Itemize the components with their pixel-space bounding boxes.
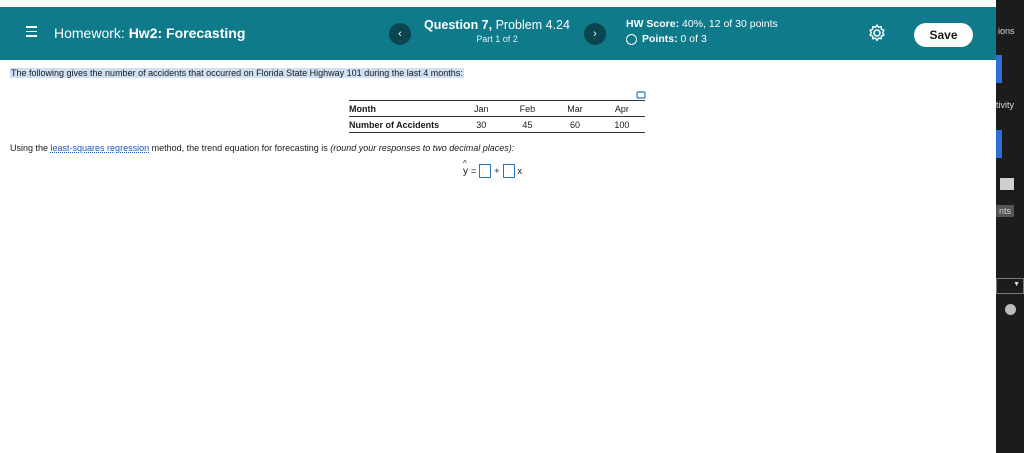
accidents-table: Month Jan Feb Mar Apr Number of Accident… (349, 100, 645, 133)
least-squares-link[interactable]: least-squares regression (51, 143, 150, 153)
points-value: 0 of 3 (680, 33, 707, 45)
accidents-cell: 30 (459, 116, 504, 133)
instruction-rounding-note: (round your responses to two decimal pla… (330, 143, 515, 153)
problem-intro: The following gives the number of accide… (10, 68, 464, 78)
menu-icon[interactable] (26, 23, 40, 43)
side-label-nts[interactable]: nts (996, 205, 1015, 217)
instruction-text-start: Using the (10, 143, 51, 153)
x-variable: x (517, 166, 523, 176)
side-accent-bar (996, 55, 1002, 83)
copy-table-icon[interactable] (636, 91, 646, 99)
slope-input[interactable] (502, 164, 515, 178)
homework-prefix: Homework: (54, 25, 125, 41)
trend-equation: y = + x (463, 159, 523, 178)
previous-question-button[interactable]: ‹ (389, 23, 411, 45)
side-label-activity: tivity (996, 100, 1014, 110)
side-dropdown[interactable]: ▼ (996, 278, 1024, 294)
plus-sign: + (494, 166, 500, 176)
intercept-input[interactable] (479, 164, 492, 178)
table-row-accidents: Number of Accidents 30 45 60 100 (349, 116, 645, 133)
accidents-cell: 45 (503, 116, 552, 133)
settings-gear-icon[interactable] (867, 23, 887, 43)
question-part: Part 1 of 2 (476, 34, 518, 44)
month-cell: Jan (459, 100, 504, 117)
problem-number: Problem 4.24 (495, 18, 570, 32)
y-hat-symbol: y (463, 159, 468, 177)
table-row-month: Month Jan Feb Mar Apr (349, 100, 645, 117)
instruction-text-mid: method, the trend equation for forecasti… (149, 143, 331, 153)
equals-sign: = (471, 166, 477, 176)
row-label-month: Month (349, 100, 459, 117)
side-panel: ions tivity nts ▼ (996, 0, 1024, 453)
chevron-left-icon: ‹ (398, 28, 402, 40)
next-question-button[interactable]: › (584, 23, 606, 45)
question-info: Question 7, Problem 4.24 Part 1 of 2 (420, 18, 574, 44)
points-label: Points: (642, 33, 678, 45)
side-label-options: ions (998, 26, 1015, 36)
homework-title: Homework: Hw2: Forecasting (54, 25, 245, 41)
month-cell: Apr (598, 100, 645, 117)
points-ring-icon (626, 33, 637, 45)
side-window-icon[interactable] (1000, 178, 1014, 190)
question-number: Question 7, (424, 18, 493, 32)
accidents-cell: 100 (598, 116, 645, 133)
side-accent-bar-2 (996, 130, 1002, 158)
score-info: HW Score: 40%, 12 of 30 points Points: 0… (626, 18, 778, 45)
homework-name: Hw2: Forecasting (128, 25, 246, 41)
chevron-right-icon: › (593, 28, 597, 40)
header-bar: Homework: Hw2: Forecasting ‹ Question 7,… (0, 7, 996, 60)
dropdown-arrow-icon: ▼ (1013, 281, 1020, 288)
accidents-cell: 60 (551, 116, 599, 133)
problem-instruction: Using the least-squares regression metho… (10, 143, 514, 153)
month-cell: Feb (503, 100, 552, 117)
month-cell: Mar (551, 100, 599, 117)
save-button[interactable]: Save (914, 23, 973, 47)
hw-score-value: 40%, 12 of 30 points (682, 18, 778, 30)
hw-score-label: HW Score: (626, 18, 680, 30)
app-window: Homework: Hw2: Forecasting ‹ Question 7,… (0, 0, 1024, 453)
side-close-icon[interactable] (1005, 304, 1016, 315)
row-label-accidents: Number of Accidents (349, 116, 459, 133)
